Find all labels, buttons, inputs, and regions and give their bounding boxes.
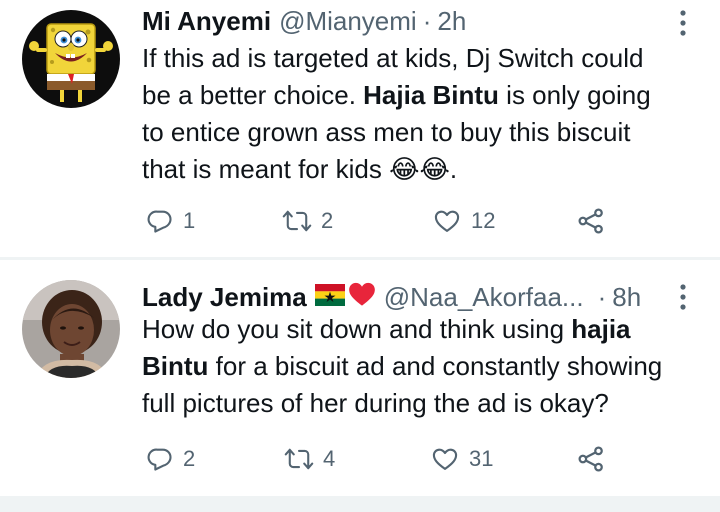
tweet[interactable]: Mi Anyemi @Mianyemi · 2h If this ad is t… bbox=[0, 0, 720, 258]
action-bar: 1 2 12 bbox=[142, 204, 622, 238]
mention-bold-text: hajia bbox=[571, 314, 631, 344]
more-options-icon[interactable] bbox=[676, 8, 690, 38]
reply-icon bbox=[146, 445, 174, 473]
action-bar: 2 4 31 bbox=[142, 442, 622, 476]
retweet-icon bbox=[284, 445, 314, 473]
mention-bold-text: Bintu bbox=[142, 351, 209, 381]
text-run: for a biscuit ad and constantly showing bbox=[208, 351, 663, 381]
user-handle[interactable]: @Naa_Akorfaa... bbox=[384, 282, 584, 313]
tweet-text-line: If this ad is targeted at kids, Dj Switc… bbox=[142, 40, 702, 77]
text-run: that is meant for kids bbox=[142, 154, 390, 184]
heart-icon bbox=[432, 207, 462, 235]
name-emojis bbox=[314, 281, 376, 314]
share-icon bbox=[576, 206, 606, 236]
display-name[interactable]: Lady Jemima bbox=[142, 282, 307, 313]
like-button[interactable]: 31 bbox=[430, 442, 493, 476]
tweet-header: Mi Anyemi @Mianyemi · 2h bbox=[142, 4, 466, 38]
text-run: is only going bbox=[498, 80, 651, 110]
retweet-icon bbox=[282, 207, 312, 235]
separator-dot: · bbox=[597, 281, 607, 312]
like-count: 31 bbox=[469, 446, 494, 471]
text-run: If this ad is targeted at kids, Dj Switc… bbox=[142, 43, 644, 73]
retweet-button[interactable]: 4 bbox=[284, 442, 335, 476]
reply-count: 2 bbox=[183, 446, 196, 471]
tweet-header: Lady Jemima @Naa_Akorfaa... · 8h bbox=[142, 280, 641, 314]
bottom-divider bbox=[0, 496, 720, 512]
retweet-count: 4 bbox=[323, 446, 336, 471]
text-run: How do you sit down and think using bbox=[142, 314, 572, 344]
red-heart-icon bbox=[348, 281, 376, 314]
display-name[interactable]: Mi Anyemi bbox=[142, 6, 271, 37]
ghana-flag-icon bbox=[314, 282, 345, 313]
tweet-text-line: to entice grown ass men to buy this bisc… bbox=[142, 114, 702, 151]
tweet[interactable]: Lady Jemima @Naa_Akorfaa... · 8h How do … bbox=[0, 260, 720, 512]
tweet-text: If this ad is targeted at kids, Dj Switc… bbox=[142, 40, 702, 188]
text-run: . bbox=[449, 154, 458, 184]
retweet-button[interactable]: 2 bbox=[282, 204, 333, 238]
tweet-text: How do you sit down and think using haji… bbox=[142, 311, 702, 422]
avatar[interactable] bbox=[22, 280, 120, 378]
tweet-text-line: Bintu for a biscuit ad and constantly sh… bbox=[142, 348, 702, 385]
reply-button[interactable]: 2 bbox=[146, 442, 195, 476]
timeline: Mi Anyemi @Mianyemi · 2h If this ad is t… bbox=[0, 0, 720, 512]
user-handle[interactable]: @Mianyemi bbox=[279, 6, 417, 37]
retweet-count: 2 bbox=[321, 208, 334, 233]
separator-dot: · bbox=[422, 5, 432, 36]
tweet-text-line: that is meant for kids 😂😂. bbox=[142, 151, 702, 188]
share-button[interactable] bbox=[576, 204, 606, 238]
text-run: to entice grown ass men to buy this bisc… bbox=[142, 117, 631, 147]
share-icon bbox=[576, 444, 606, 474]
reply-button[interactable]: 1 bbox=[146, 204, 195, 238]
avatar[interactable] bbox=[22, 10, 120, 108]
reply-count: 1 bbox=[183, 208, 196, 233]
tweet-text-line: full pictures of her during the ad is ok… bbox=[142, 385, 702, 422]
share-button[interactable] bbox=[576, 442, 606, 476]
text-run: be a better choice. bbox=[142, 80, 364, 110]
more-options-icon[interactable] bbox=[676, 282, 690, 312]
tweet-text-line: How do you sit down and think using haji… bbox=[142, 311, 702, 348]
reply-icon bbox=[146, 207, 174, 235]
like-count: 12 bbox=[471, 208, 496, 233]
text-run: full pictures of her during the ad is ok… bbox=[142, 388, 609, 418]
timestamp[interactable]: 2h bbox=[437, 6, 466, 37]
tweet-text-line: be a better choice. Hajia Bintu is only … bbox=[142, 77, 702, 114]
like-button[interactable]: 12 bbox=[432, 204, 495, 238]
timestamp[interactable]: 8h bbox=[612, 282, 641, 313]
mention-bold-text: Hajia Bintu bbox=[363, 80, 499, 110]
laughing-emoji-icon: 😂😂 bbox=[389, 154, 450, 184]
heart-icon bbox=[430, 445, 460, 473]
